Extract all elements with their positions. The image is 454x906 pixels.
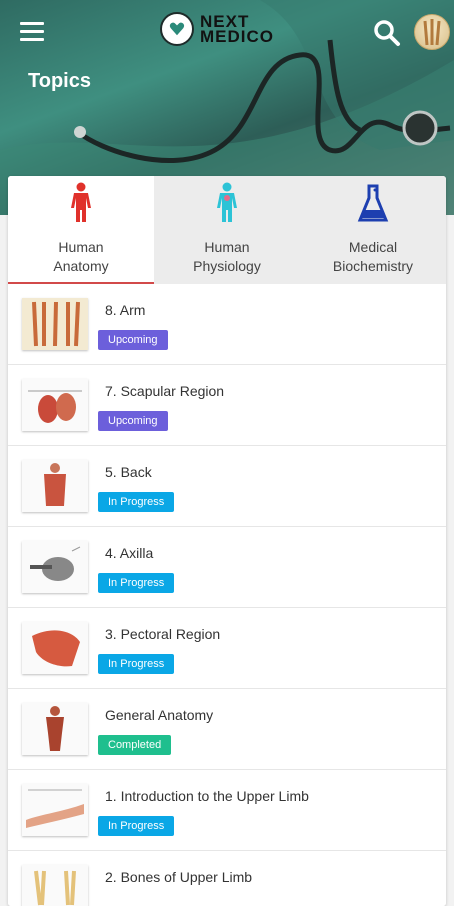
topic-list: 8. Arm Upcoming 7. Scapular Region Upcom… (8, 284, 446, 906)
tab-label-line2: Anatomy (53, 258, 109, 274)
status-badge: In Progress (98, 573, 175, 593)
axilla-image (22, 541, 88, 593)
topic-item[interactable]: 3. Pectoral Region In Progress (8, 608, 446, 689)
heart-logo-icon (160, 12, 194, 46)
topic-item[interactable]: 7. Scapular Region Upcoming (8, 365, 446, 446)
status-badge: Upcoming (98, 411, 168, 431)
tab-human-physiology[interactable]: Human Physiology (154, 176, 300, 284)
status-badge: Completed (98, 735, 172, 755)
torso-anatomy-image (22, 703, 88, 755)
subject-tabs: Human Anatomy Human Physiology Medical Bioc… (8, 176, 446, 284)
anatomy-body-icon (71, 182, 91, 222)
topic-name: 7. Scapular Region (105, 383, 225, 399)
topics-panel: Human Anatomy Human Physiology Medical Bioc… (8, 176, 446, 906)
arm-muscles-image (22, 298, 88, 350)
pectoral-region-image (22, 622, 88, 674)
status-badge: In Progress (98, 654, 175, 674)
app-logo: NEXT MEDICO (160, 12, 274, 46)
topic-item[interactable]: 4. Axilla In Progress (8, 527, 446, 608)
upper-limb-image (22, 784, 88, 836)
topic-name: 8. Arm (105, 302, 146, 318)
topic-item[interactable]: General Anatomy Completed (8, 689, 446, 770)
status-badge: In Progress (98, 492, 175, 512)
tab-label-line1: Human (204, 239, 250, 255)
topic-name: 1. Introduction to the Upper Limb (105, 788, 309, 804)
tab-label-line1: Human (58, 239, 104, 255)
tab-label-line1: Medical (348, 239, 398, 255)
profile-avatar[interactable] (414, 14, 450, 50)
tab-label-line2: Biochemistry (332, 258, 414, 274)
topic-item[interactable]: 1. Introduction to the Upper Limb In Pro… (8, 770, 446, 851)
tab-medical-biochemistry[interactable]: Medical Biochemistry (300, 176, 446, 284)
topic-name: General Anatomy (105, 707, 214, 723)
topic-item[interactable]: 2. Bones of Upper Limb (8, 851, 446, 906)
topic-item[interactable]: 8. Arm Upcoming (8, 284, 446, 365)
back-muscles-image (22, 460, 88, 512)
topic-name: 3. Pectoral Region (105, 626, 221, 642)
page-title: Topics (28, 70, 91, 92)
topic-name: 4. Axilla (105, 545, 154, 561)
topic-item[interactable]: 5. Back In Progress (8, 446, 446, 527)
status-badge: Upcoming (98, 330, 168, 350)
topic-name: 2. Bones of Upper Limb (105, 869, 253, 885)
logo-line2: MEDICO (200, 27, 274, 46)
topic-name: 5. Back (105, 464, 152, 480)
physiology-body-icon (217, 182, 237, 222)
menu-icon[interactable] (20, 22, 44, 42)
status-badge: In Progress (98, 816, 175, 836)
flask-icon (357, 184, 389, 222)
tab-label-line2: Physiology (193, 258, 261, 274)
tab-human-anatomy[interactable]: Human Anatomy (8, 176, 154, 284)
scapular-region-image (22, 379, 88, 431)
search-icon[interactable] (372, 18, 402, 48)
